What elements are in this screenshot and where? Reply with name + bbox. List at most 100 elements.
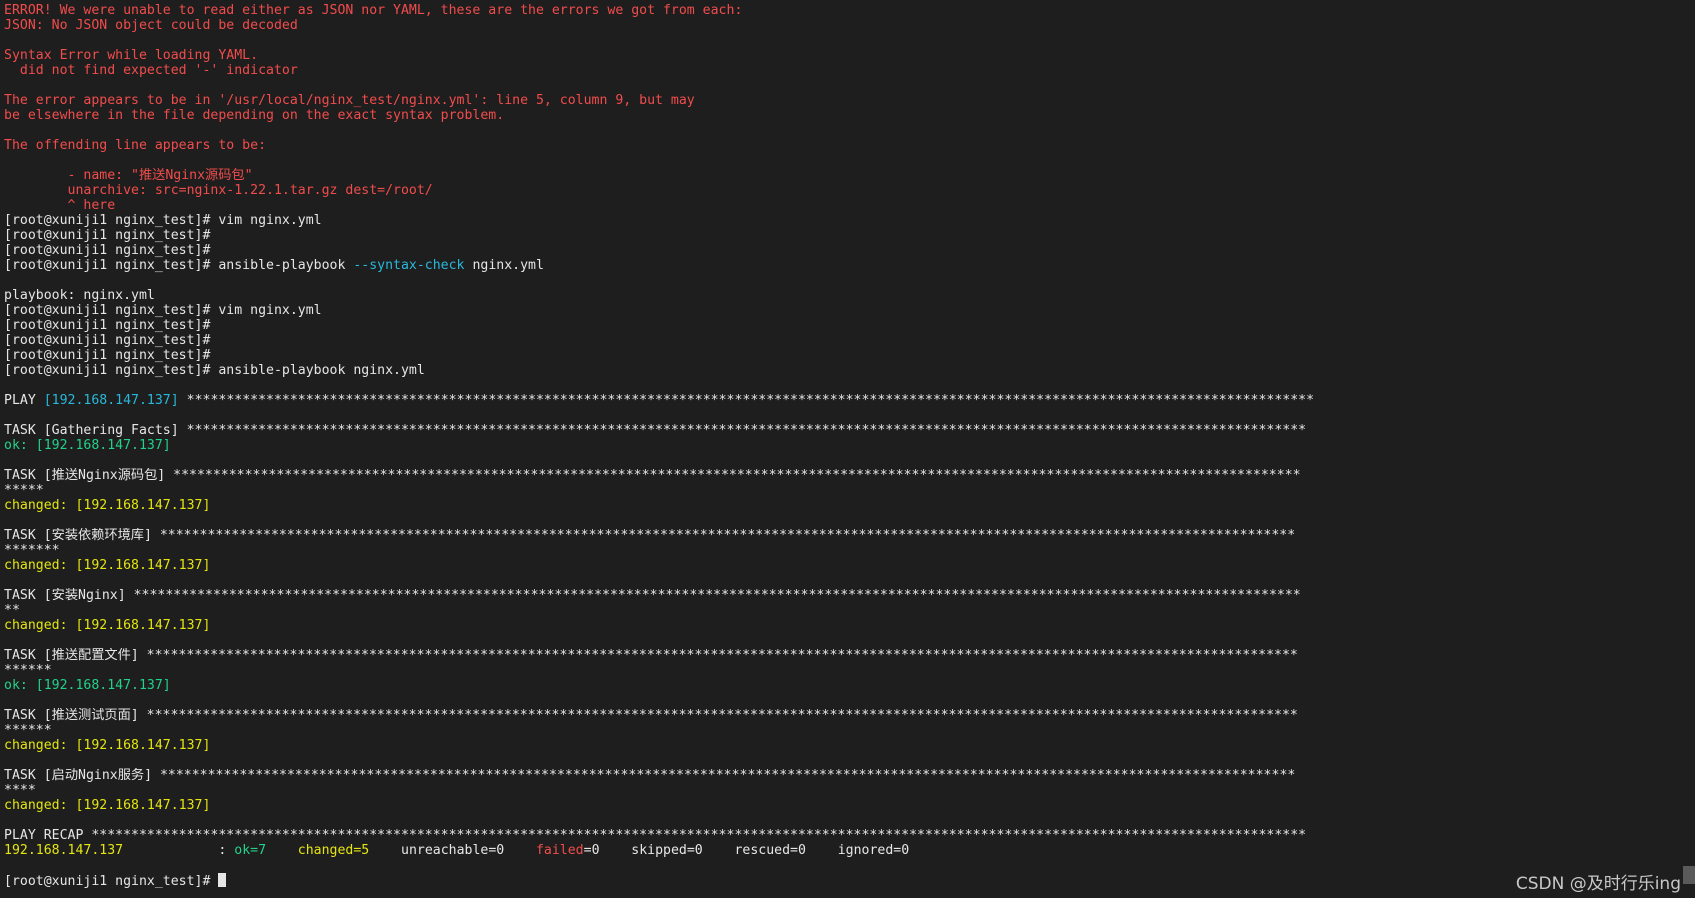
terminal-text: changed: [192.168.147.137] — [4, 798, 211, 813]
terminal-text: TASK [Gathering Facts] *****************… — [4, 423, 1307, 438]
terminal-text: [root@xuniji1 nginx_test]# — [4, 874, 219, 888]
terminal-line: [root@xuniji1 nginx_test]# ansible-playb… — [4, 258, 1695, 273]
terminal-text: TASK [推送测试页面] **************************… — [4, 708, 1298, 723]
terminal-line: playbook: nginx.yml — [4, 288, 1695, 303]
terminal-line: PLAY [192.168.147.137] *****************… — [4, 393, 1695, 408]
terminal-line: [root@xuniji1 nginx_test]# vim nginx.yml — [4, 213, 1695, 228]
terminal-text: unarchive: src=nginx-1.22.1.tar.gz dest=… — [4, 183, 433, 198]
terminal-line: TASK [推送配置文件] **************************… — [4, 648, 1695, 663]
terminal-text: **** — [4, 783, 36, 798]
terminal-line: ***** — [4, 483, 1695, 498]
text-cursor — [218, 873, 227, 887]
terminal-text: The offending line appears to be: — [4, 138, 267, 153]
terminal-text: nginx.yml — [464, 258, 544, 273]
scrollbar-thumb[interactable] — [1683, 866, 1695, 884]
terminal-text: 192.168.147.137 — [4, 843, 124, 858]
terminal-text: TASK [推送Nginx源码包] **********************… — [4, 468, 1301, 483]
terminal-text: PLAY RECAP *****************************… — [4, 828, 1307, 843]
terminal-text: ****** — [4, 723, 52, 738]
terminal-text: --syntax-check — [353, 258, 465, 273]
terminal-text: =0 skipped=0 rescued=0 ignored=0 — [583, 843, 910, 858]
terminal-text: ok: [192.168.147.137] — [4, 678, 171, 693]
terminal-text: playbook: nginx.yml — [4, 288, 155, 303]
terminal-line: TASK [安装Nginx] *************************… — [4, 588, 1695, 603]
terminal-text: PLAY — [4, 393, 44, 408]
terminal-text: did not find expected '-' indicator — [4, 63, 298, 78]
terminal-line: **** — [4, 783, 1695, 798]
terminal-line: [root@xuniji1 nginx_test]# vim nginx.yml — [4, 303, 1695, 318]
terminal-text: Syntax Error while loading YAML. — [4, 48, 259, 63]
terminal-line: changed: [192.168.147.137] — [4, 558, 1695, 573]
terminal-text: changed: [192.168.147.137] — [4, 558, 211, 573]
terminal-line: TASK [启动Nginx服务] ***********************… — [4, 768, 1695, 783]
terminal-line: did not find expected '-' indicator — [4, 63, 1695, 78]
terminal-line: ****** — [4, 663, 1695, 678]
terminal-line: [root@xuniji1 nginx_test]# ansible-playb… — [4, 363, 1695, 378]
terminal-text: ***** — [4, 483, 44, 498]
terminal-text: TASK [推送配置文件] **************************… — [4, 648, 1298, 663]
terminal-text: changed: [192.168.147.137] — [4, 738, 211, 753]
terminal-text: The error appears to be in '/usr/local/n… — [4, 93, 695, 108]
terminal-text: - name: "推送Nginx源码包" — [4, 168, 253, 183]
terminal-line: ^ here — [4, 198, 1695, 213]
terminal-text: changed=5 — [297, 843, 370, 858]
terminal-text: ******* — [4, 543, 60, 558]
terminal-line: The error appears to be in '/usr/local/n… — [4, 93, 1695, 108]
terminal-line: - name: "推送Nginx源码包" — [4, 168, 1695, 183]
terminal-line: [root@xuniji1 nginx_test]# — [4, 228, 1695, 243]
terminal-text: unreachable=0 — [369, 843, 536, 858]
terminal-text: TASK [启动Nginx服务] ***********************… — [4, 768, 1296, 783]
terminal-line: 192.168.147.137 : ok=7 changed=5 unreach… — [4, 843, 1695, 858]
terminal-line: TASK [推送测试页面] **************************… — [4, 708, 1695, 723]
terminal-line: [root@xuniji1 nginx_test]# — [4, 318, 1695, 333]
terminal-text: ok: [192.168.147.137] — [4, 438, 171, 453]
terminal-line: ** — [4, 603, 1695, 618]
terminal-text: JSON: No JSON object could be decoded — [4, 18, 298, 33]
terminal-line: [root@xuniji1 nginx_test]# — [4, 333, 1695, 348]
terminal-text: : — [123, 843, 235, 858]
terminal-text: ** — [4, 603, 20, 618]
terminal-line: ok: [192.168.147.137] — [4, 438, 1695, 453]
terminal-text: ok=7 — [234, 843, 267, 858]
terminal-text: ERROR! We were unable to read either as … — [4, 3, 743, 18]
terminal-window[interactable]: ERROR! We were unable to read either as … — [0, 0, 1695, 898]
terminal-line: ****** — [4, 723, 1695, 738]
terminal-text: [root@xuniji1 nginx_test]# vim nginx.yml — [4, 213, 322, 228]
terminal-text: be elsewhere in the file depending on th… — [4, 108, 505, 123]
terminal-text: [root@xuniji1 nginx_test]# — [4, 228, 211, 243]
terminal-line: [root@xuniji1 nginx_test]# — [4, 873, 1695, 888]
terminal-line: changed: [192.168.147.137] — [4, 738, 1695, 753]
terminal-line: JSON: No JSON object could be decoded — [4, 18, 1695, 33]
terminal-line: PLAY RECAP *****************************… — [4, 828, 1695, 843]
terminal-line: be elsewhere in the file depending on th… — [4, 108, 1695, 123]
terminal-text: [root@xuniji1 nginx_test]# — [4, 318, 211, 333]
terminal-line: [root@xuniji1 nginx_test]# — [4, 348, 1695, 363]
terminal-line: ******* — [4, 543, 1695, 558]
terminal-text: [root@xuniji1 nginx_test]# — [4, 243, 211, 258]
terminal-line: ok: [192.168.147.137] — [4, 678, 1695, 693]
terminal-text: failed — [535, 843, 584, 858]
terminal-text: [root@xuniji1 nginx_test]# ansible-playb… — [4, 363, 425, 378]
terminal-line: ERROR! We were unable to read either as … — [4, 3, 1695, 18]
terminal-line: TASK [安装依赖环境库] *************************… — [4, 528, 1695, 543]
terminal-text: [192.168.147.137] — [43, 393, 179, 408]
terminal-line: [root@xuniji1 nginx_test]# — [4, 243, 1695, 258]
terminal-line: TASK [推送Nginx源码包] **********************… — [4, 468, 1695, 483]
terminal-output: ERROR! We were unable to read either as … — [4, 3, 1695, 888]
terminal-text: [root@xuniji1 nginx_test]# — [4, 348, 211, 363]
terminal-text: [root@xuniji1 nginx_test]# — [4, 333, 211, 348]
terminal-line: changed: [192.168.147.137] — [4, 798, 1695, 813]
terminal-line: The offending line appears to be: — [4, 138, 1695, 153]
